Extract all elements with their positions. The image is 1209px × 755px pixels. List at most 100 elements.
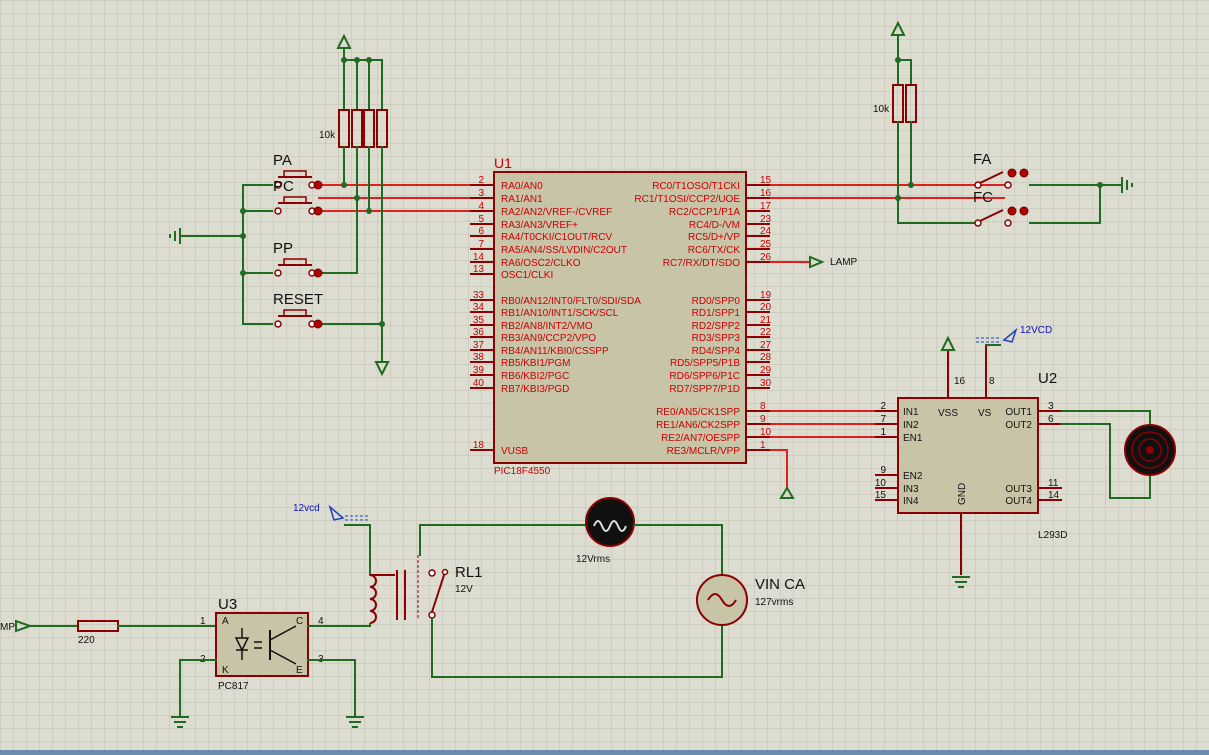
button-label: PC (273, 178, 294, 195)
u1-pin-number: 24 (760, 226, 772, 237)
lamp-net-label: LAMP (830, 257, 858, 268)
u1-pin-number: 34 (473, 302, 485, 313)
svg-text:K: K (222, 665, 229, 676)
u2-pin-number: 1 (880, 427, 886, 438)
u1-pin-name: RD5/SPP5/P1B (670, 358, 740, 369)
u2-ref: U2 (1038, 370, 1057, 387)
u1-pin-name: RA4/T0CKI/C1OUT/RCV (501, 232, 612, 243)
u1-pin-number: 28 (760, 352, 772, 363)
u1-pin-name: RD6/SPP6/P1C (669, 371, 740, 382)
u2-supply-label: 12VCD (1020, 325, 1052, 336)
u1-pin-number: 5 (478, 214, 484, 225)
u1-pin-name: RB4/AN11/KBI0/CSSPP (501, 346, 609, 357)
u2-gnd-label: GND (957, 483, 968, 505)
u1-ref: U1 (494, 155, 512, 171)
u1-part: PIC18F4550 (494, 466, 551, 477)
u1-pin-number: 33 (473, 290, 485, 301)
ac-source-icon (696, 574, 748, 626)
relay-value: 12V (455, 584, 473, 595)
limit-switch-label: FA (973, 151, 991, 168)
u1-pin-number: 23 (760, 214, 772, 225)
pullup-left-value: 10k (319, 130, 336, 141)
u2-pin-name: IN2 (903, 420, 919, 431)
u1-pin-number: 15 (760, 175, 772, 186)
u1-pin-number: 17 (760, 201, 772, 212)
u1-pin-name: RD1/SPP1 (692, 308, 741, 319)
u1-pin-number: 13 (473, 264, 485, 275)
u1-pin-name: RD4/SPP4 (692, 346, 741, 357)
u1-pin-number: 26 (760, 252, 772, 263)
u1-pin-number: 29 (760, 365, 772, 376)
u2-pin-number: 8 (989, 376, 995, 387)
u2-pin-name: OUT3 (1005, 484, 1032, 495)
u1-pin-name: RC2/CCP1/P1A (669, 207, 740, 218)
u1-pin-number: 6 (478, 226, 484, 237)
u1-pin-number: 21 (760, 315, 772, 326)
pullup-right-value: 10k (873, 104, 890, 115)
lamp-icon (585, 497, 635, 547)
source-ref: VIN CA (755, 576, 805, 593)
u2-pin-name: EN2 (903, 471, 923, 482)
u2-pin-name: OUT4 (1005, 496, 1032, 507)
u1-pin-number: 1 (760, 440, 766, 451)
u1-pin-name: VUSB (501, 446, 529, 457)
u1-pin-name: RB1/AN10/INT1/SCK/SCL (501, 308, 619, 319)
button-label: PA (273, 152, 292, 169)
u2-pin-number: 9 (880, 465, 886, 476)
u1-pin-name: RB3/AN9/CCP2/VPO (501, 333, 596, 344)
u1-pin-number: 22 (760, 327, 772, 338)
lamp-net-left-label: MP (0, 622, 15, 633)
u2-pin-number: 10 (875, 478, 887, 489)
svg-text:A: A (222, 616, 229, 627)
u1-pin-name: RC7/RX/DT/SDO (663, 258, 740, 269)
u1-pin-name: RE2/AN7/OESPP (661, 433, 740, 444)
u1-pin-name: RC1/T1OSI/CCP2/UOE (634, 194, 740, 205)
u1-pin-name: RD3/SPP3 (692, 333, 741, 344)
u1-pin-number: 4 (478, 201, 484, 212)
u1-pin-name: RC0/T1OSO/T1CKI (652, 181, 740, 192)
u1-pin-name: RA3/AN3/VREF+ (501, 220, 578, 231)
u1-pin-name: RB0/AN12/INT0/FLT0/SDI/SDA (501, 296, 641, 307)
lamp-value: 12Vrms (576, 554, 610, 565)
dc-motor-icon (1124, 424, 1176, 476)
u2-pin-number: 6 (1048, 414, 1054, 425)
u2-pin-name: OUT1 (1005, 407, 1032, 418)
u1-pin-number: 3 (478, 188, 484, 199)
relay-supply-label: 12vcd (293, 503, 320, 514)
u2-pin-name: VS (978, 408, 992, 419)
u1-pin-number: 18 (473, 440, 485, 451)
u1-pin-number: 20 (760, 302, 772, 313)
u1-pin-name: RB5/KBI1/PGM (501, 358, 570, 369)
u1-pin-number: 25 (760, 239, 772, 250)
u1-pin-name: RB2/AN8/INT2/VMO (501, 321, 593, 332)
button-label: RESET (273, 291, 323, 308)
u1-pin-name: RA1/AN1 (501, 194, 543, 205)
limit-switch-label: FC (973, 189, 993, 206)
button-label: PP (273, 240, 293, 257)
schematic-canvas: U1 PIC18F4550 2 RA0/AN0 3 RA1/AN1 4 RA2/AN2/V… (0, 0, 1209, 755)
u1-pin-number: 16 (760, 188, 772, 199)
u1-pin-name: RD7/SPP7/P1D (669, 384, 740, 395)
u1-pin-number: 10 (760, 427, 772, 438)
u1-pin-name: RB7/KBI3/PGD (501, 384, 569, 395)
u1-pin-name: RC4/D-/VM (689, 220, 740, 231)
opto-resistor-value: 220 (78, 635, 95, 646)
u1-pin-name: RA6/OSC2/CLKO (501, 258, 581, 269)
u1-pin-name: RA2/AN2/VREF-/CVREF (501, 207, 612, 218)
u1-pin-name: RB6/KBI2/PGC (501, 371, 569, 382)
u2-pin-name: IN3 (903, 484, 919, 495)
u1-pin-name: RA0/AN0 (501, 181, 543, 192)
u2-pin-number: 3 (1048, 401, 1054, 412)
svg-text:E: E (296, 665, 303, 676)
u2-pin-name: OUT2 (1005, 420, 1032, 431)
relay-ref: RL1 (455, 564, 483, 581)
mcu-u1[interactable]: U1 PIC18F4550 2 RA0/AN0 3 RA1/AN1 4 RA2/AN2/V… (470, 155, 772, 477)
u1-pin-number: 2 (478, 175, 484, 186)
u1-pin-name: OSC1/CLKI (501, 270, 553, 281)
u2-pin-number: 15 (875, 490, 887, 501)
u2-pin-number: 11 (1048, 478, 1059, 489)
u1-pin-number: 8 (760, 401, 766, 412)
svg-text:1: 1 (200, 616, 206, 627)
u2-pin-name: EN1 (903, 433, 923, 444)
u2-pin-number: 7 (880, 414, 886, 425)
